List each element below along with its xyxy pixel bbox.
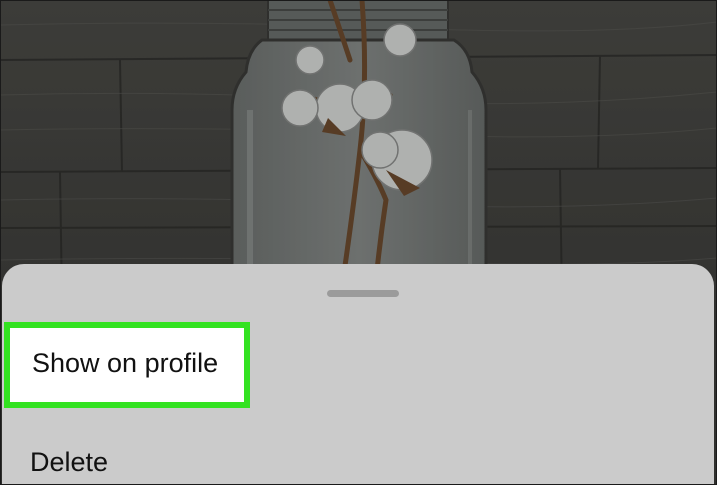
delete-label: Delete — [30, 447, 109, 477]
drag-handle[interactable] — [327, 290, 399, 297]
screen: Show on profile Delete — [0, 0, 717, 485]
show-on-profile-label: Show on profile — [32, 348, 219, 378]
show-on-profile-button[interactable]: Show on profile — [4, 322, 250, 408]
bottom-sheet: Show on profile Delete — [2, 264, 714, 485]
delete-button[interactable]: Delete — [2, 432, 714, 485]
